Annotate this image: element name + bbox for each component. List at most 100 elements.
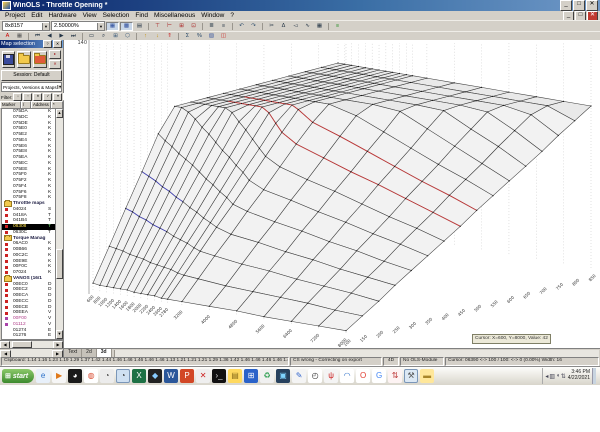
grid-icon[interactable]: ⊞ [110,32,121,40]
mdi-maximize-button[interactable]: □ [575,10,586,21]
session-button[interactable]: Session: Default [1,70,62,81]
colored-bars-icon[interactable]: ≡ [332,22,343,30]
tree-mode-combo[interactable]: Projects, Versions & Maps ▼ [1,82,62,92]
redo-icon[interactable]: ↷ [248,22,259,30]
value-down-icon[interactable]: ↓ [152,32,163,40]
paint-icon[interactable]: ✎ [292,369,307,383]
excel-icon[interactable]: X [132,369,147,383]
map-3d-view[interactable]: 140 600 800 1000 1200 1400 1600 1800 2000 2200 240… [64,40,600,348]
3d-surface-chart[interactable]: 1406008001000120014001600180020002200240… [64,40,600,348]
scroll-thumb[interactable] [56,249,63,280]
menu-view[interactable]: View [80,12,100,19]
factor-combo[interactable]: 2.50000% ▼ [51,21,105,31]
map-2d-view-icon[interactable]: ▦ [106,21,119,31]
red-x-tool-icon[interactable]: ✕ [196,369,211,383]
selection-row-icon[interactable]: ⊤ [152,22,163,30]
next-map-icon[interactable]: ▶ [56,32,67,40]
map-list-icon[interactable]: ≣ [206,22,217,30]
window-titlebar[interactable]: WinOLS - Throttle Opening * _ □ ✕ [0,0,600,11]
map-list-scrollbar[interactable]: ▲ ▼ [55,109,63,339]
menu-project[interactable]: Project [2,12,28,19]
menu-hardware[interactable]: Hardware [45,12,79,19]
panel-close-button[interactable]: ✕ [53,40,62,48]
menu-help[interactable]: ? [227,12,237,19]
gauge-pressed-icon[interactable]: ◔ [116,369,131,383]
checker-icon[interactable]: ▦ [14,32,25,40]
menu-selection[interactable]: Selection [100,12,133,19]
photos-icon[interactable]: ▣ [276,369,291,383]
scroll-up-icon[interactable]: ▲ [56,109,63,118]
chevron-down-icon[interactable]: ▼ [42,22,49,30]
tab-2d[interactable]: 2d [82,349,97,357]
value-format-combo[interactable]: 8x8157 ▼ [2,21,50,31]
hex-icon[interactable]: ⬡ [122,32,133,40]
bookmark-list-icon[interactable]: ≡ [218,22,229,30]
menu-find[interactable]: Find [132,12,151,19]
media-player-icon[interactable]: ▶ [52,369,67,383]
gauge-icon[interactable]: ◔ [100,369,115,383]
menu-window[interactable]: Window [198,12,227,19]
opera-icon[interactable]: O [356,369,371,383]
window-icon[interactable]: ▭ [86,32,97,40]
chevron-down-icon[interactable]: ▼ [97,22,104,30]
tab-strip-scrollbar[interactable] [113,350,599,357]
minimize-button[interactable]: _ [560,0,572,11]
devil-icon[interactable]: ψ [324,369,339,383]
properties-icon[interactable]: ▨ [206,32,217,40]
google-icon[interactable]: G [372,369,387,383]
tray-display-icon[interactable]: ▥ [549,373,555,380]
chrome-icon[interactable]: ◍ [84,369,99,383]
scroll-thumb[interactable] [12,341,32,348]
recycle-icon[interactable]: ♻ [260,369,275,383]
tab-text[interactable]: Text [64,349,83,357]
tab-3d[interactable]: 3d [96,349,112,357]
tray-network-icon[interactable]: ⇅ [561,373,566,380]
open-project-button[interactable] [17,50,31,68]
table-icon[interactable]: ▦ [314,22,325,30]
close-button[interactable]: ✕ [586,0,598,11]
first-map-icon[interactable]: ⏮ [32,32,43,40]
menu-miscellaneous[interactable]: Miscellaneous [151,12,198,19]
save-session-button[interactable] [2,50,15,68]
clock-tool-icon[interactable]: ◴ [308,369,323,383]
tray-hide-icon[interactable]: ◂ [545,373,548,380]
selection-frame-icon[interactable]: ⊡ [188,22,199,30]
delta-icon[interactable]: Δ [278,22,289,30]
tray-volume-icon[interactable]: ◖ [556,373,560,380]
map-export-button[interactable]: ▸ [49,49,61,59]
network-tool-icon[interactable]: ⇅ [388,369,403,383]
prev-map-icon[interactable]: ◀ [44,32,55,40]
sticky-note-icon[interactable]: ▬ [420,369,435,383]
taskbar-clock[interactable]: 3:46 PM 4/22/2021 [568,369,590,382]
windows-icon[interactable]: ⊞ [244,369,259,383]
curve-icon[interactable]: ∿ [302,22,313,30]
percent-icon[interactable]: % [194,32,205,40]
map-selection-titlebar[interactable]: Map selection ? ✕ [0,40,63,48]
map-list-header[interactable]: Marker / Address * [0,100,63,109]
import-maps-button[interactable] [33,50,47,68]
value-up-strong-icon[interactable]: ⇑ [164,32,175,40]
checksum-icon[interactable]: ◫ [218,32,229,40]
sigma-icon[interactable]: Σ [182,32,193,40]
powerpoint-icon[interactable]: P [180,369,195,383]
scroll-down-icon[interactable]: ▼ [56,330,63,339]
cut-icon[interactable]: ✂ [266,22,277,30]
chevron-down-icon[interactable]: ▼ [56,85,61,89]
ie-icon[interactable]: e [36,369,51,383]
edge-icon[interactable]: ◠ [340,369,355,383]
text-view-icon[interactable]: ▤ [134,22,145,30]
selection-map-icon[interactable]: ⊞ [176,22,187,30]
mdi-minimize-button[interactable]: _ [563,10,574,21]
panel-bottom-scroll[interactable]: ◀ ▶ [0,349,64,358]
dark-tool-icon[interactable]: ◆ [148,369,163,383]
wrench-icon[interactable]: ⚒ [404,369,419,383]
panel-help-button[interactable]: ? [43,40,52,48]
map-3d-view-icon[interactable]: ▩ [120,21,133,31]
maximize-button[interactable]: □ [573,0,585,11]
value-up-icon[interactable]: ↑ [140,32,151,40]
preview-icon[interactable]: ⌕ [98,32,109,40]
start-button[interactable]: ⊞ start [2,369,35,383]
mdi-close-button[interactable]: ✕ [587,10,598,21]
map-delete-button[interactable]: ✕ [49,59,61,69]
explorer-icon[interactable]: ▤ [228,369,243,383]
